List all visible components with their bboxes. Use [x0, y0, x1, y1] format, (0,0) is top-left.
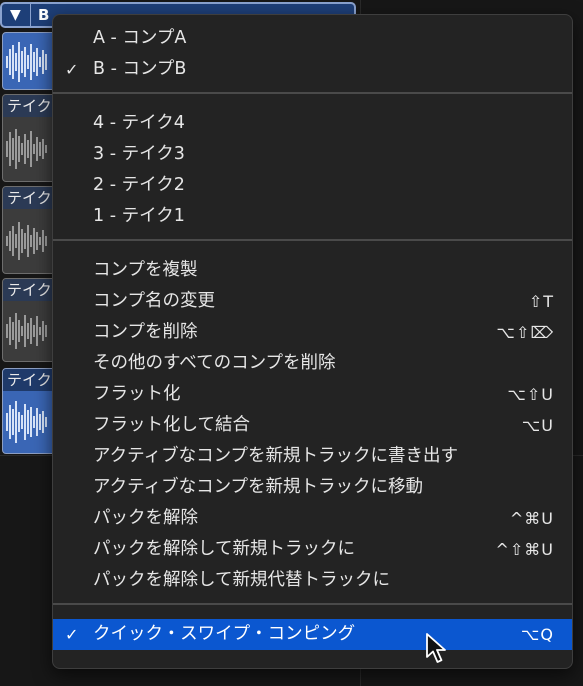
menu-item-flatten-and-merge[interactable]: フラット化して結合 ⌥U — [53, 410, 572, 441]
menu-item-label: 1 - テイク1 — [93, 206, 185, 226]
menu-item-unpack[interactable]: パックを解除 ^⌘U — [53, 503, 572, 534]
menu-item-unpack-to-new-alternatives[interactable]: パックを解除して新規代替トラックに — [53, 565, 572, 596]
menu-item-label: パックを解除して新規トラックに — [93, 539, 355, 559]
menu-item-comp-a[interactable]: A - コンプA — [53, 23, 572, 54]
menu-item-label: コンプを削除 — [93, 322, 198, 342]
checkmark-icon: ✓ — [65, 60, 79, 79]
menu-item-label: 4 - テイク4 — [93, 113, 185, 133]
menu-item-label: 3 - テイク3 — [93, 144, 185, 164]
keyboard-shortcut: ⇧T — [528, 292, 554, 311]
checkmark-icon: ✓ — [65, 625, 79, 644]
menu-item-label: コンプを複製 — [93, 260, 198, 280]
menu-item-label: アクティブなコンプを新規トラックに書き出す — [93, 446, 459, 466]
keyboard-shortcut: ⌥⇧U — [507, 385, 554, 404]
menu-item-label: B - コンプB — [93, 59, 187, 79]
menu-item-delete-comp[interactable]: コンプを削除 ⌥⇧⌦ — [53, 317, 572, 348]
keyboard-shortcut: ⌥U — [521, 416, 554, 435]
take-folder-popup-menu: A - コンプA ✓ B - コンプB 4 - テイク4 3 - テイク3 2 … — [52, 14, 573, 669]
menu-item-export-active-comp[interactable]: アクティブなコンプを新規トラックに書き出す — [53, 441, 572, 472]
menu-item-unpack-to-new-tracks[interactable]: パックを解除して新規トラックに ^⇧⌘U — [53, 534, 572, 565]
menu-item-take-2[interactable]: 2 - テイク2 — [53, 170, 572, 201]
divider — [30, 4, 31, 26]
keyboard-shortcut: ^⌘U — [509, 509, 554, 528]
menu-item-delete-all-other-comps[interactable]: その他のすべてのコンプを削除 — [53, 348, 572, 379]
menu-item-label: A - コンプA — [93, 28, 187, 48]
menu-item-label: クイック・スワイプ・コンピング — [93, 624, 356, 644]
menu-item-move-active-comp[interactable]: アクティブなコンプを新規トラックに移動 — [53, 472, 572, 503]
menu-item-take-3[interactable]: 3 - テイク3 — [53, 139, 572, 170]
menu-item-duplicate-comp[interactable]: コンプを複製 — [53, 255, 572, 286]
menu-separator — [53, 603, 572, 605]
menu-item-label: フラット化 — [93, 384, 181, 404]
menu-item-label: パックを解除 — [93, 508, 198, 528]
keyboard-shortcut: ⌥⇧⌦ — [496, 323, 554, 342]
keyboard-shortcut: ^⇧⌘U — [495, 540, 554, 559]
menu-item-rename-comp[interactable]: コンプ名の変更 ⇧T — [53, 286, 572, 317]
menu-item-label: フラット化して結合 — [93, 415, 250, 435]
menu-item-quick-swipe-comping[interactable]: ✓ クイック・スワイプ・コンピング ⌥Q — [53, 619, 572, 650]
menu-separator — [53, 239, 572, 241]
keyboard-shortcut: ⌥Q — [520, 625, 554, 644]
menu-item-take-4[interactable]: 4 - テイク4 — [53, 108, 572, 139]
disclosure-triangle-icon[interactable]: ▼ — [10, 7, 21, 23]
menu-item-label: パックを解除して新規代替トラックに — [93, 570, 390, 590]
comp-letter: B — [38, 6, 50, 24]
menu-item-label: アクティブなコンプを新規トラックに移動 — [93, 477, 424, 497]
menu-item-comp-b[interactable]: ✓ B - コンプB — [53, 54, 572, 85]
menu-item-flatten[interactable]: フラット化 ⌥⇧U — [53, 379, 572, 410]
menu-item-label: その他のすべてのコンプを削除 — [93, 353, 336, 373]
menu-item-label: 2 - テイク2 — [93, 175, 185, 195]
mouse-pointer-icon — [426, 633, 446, 663]
menu-item-label: コンプ名の変更 — [93, 291, 215, 311]
menu-item-take-1[interactable]: 1 - テイク1 — [53, 201, 572, 232]
menu-separator — [53, 92, 572, 94]
